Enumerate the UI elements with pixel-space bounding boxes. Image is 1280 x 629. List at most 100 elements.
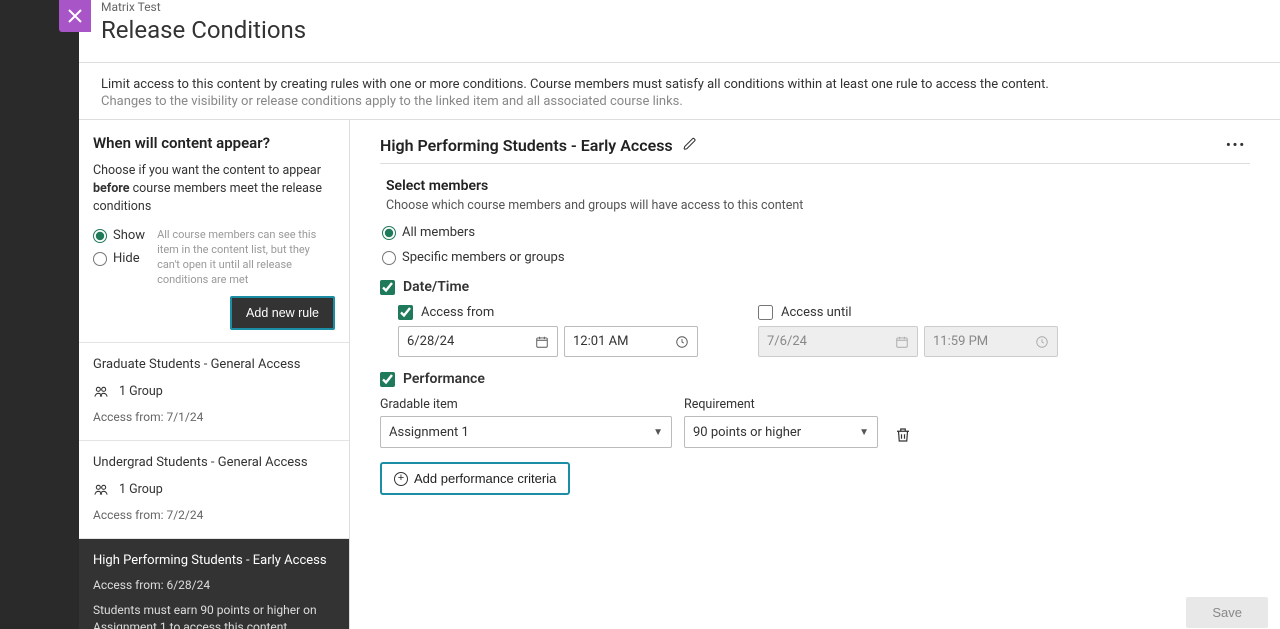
add-performance-criteria-button[interactable]: + Add performance criteria (380, 462, 570, 495)
access-until-inputs: 7/6/24 11:59 PM (758, 326, 1058, 357)
rule-group-count: 1 Group (119, 384, 163, 399)
specific-members-label: Specific members or groups (402, 250, 565, 265)
add-perf-label: Add performance criteria (414, 471, 556, 486)
access-until-time-value: 11:59 PM (933, 334, 988, 349)
save-button[interactable]: Save (1186, 597, 1268, 628)
rule-meta: 1 Group (93, 482, 335, 498)
group-icon (93, 482, 109, 498)
rule-more-menu-button[interactable]: ••• (1222, 138, 1250, 153)
access-until-checkbox[interactable] (758, 305, 773, 320)
rule-access-from: Access from: 6/28/24 (93, 578, 335, 592)
datetime-row: Access from 6/28/24 12:01 AM (398, 305, 1250, 357)
visibility-hint: All course members can see this item in … (157, 228, 335, 287)
access-until-date-value: 7/6/24 (767, 334, 807, 349)
rule-item-graduate[interactable]: Graduate Students - General Access 1 Gro… (79, 342, 349, 440)
performance-section: Performance Gradable item Assignment 1 ▼… (380, 371, 1250, 495)
rule-description: Students must earn 90 points or higher o… (93, 602, 335, 629)
access-until-label: Access until (781, 305, 852, 320)
visibility-hide-option[interactable]: Hide (93, 251, 145, 266)
nav-placeholder-icon (31, 14, 49, 32)
access-until-date-input: 7/6/24 (758, 326, 918, 357)
gradable-value: Assignment 1 (389, 425, 469, 440)
visibility-hide-label: Hide (113, 251, 140, 266)
select-members-heading: Select members (386, 178, 1250, 194)
access-from-col: Access from 6/28/24 12:01 AM (398, 305, 698, 357)
visibility-hide-radio[interactable] (93, 252, 107, 266)
rule-item-high-performing[interactable]: High Performing Students - Early Access … (79, 538, 349, 629)
edit-rule-title-button[interactable] (683, 137, 697, 155)
sidebar-heading: When will content appear? (93, 134, 335, 152)
visibility-show-option[interactable]: Show (93, 228, 145, 243)
requirement-col: Requirement 90 points or higher ▼ (684, 397, 878, 448)
close-icon (68, 9, 82, 23)
rule-name: Graduate Students - General Access (93, 357, 335, 372)
add-rule-wrap: Add new rule (93, 296, 335, 330)
intro-main: Limit access to this content by creating… (101, 77, 1258, 92)
page-title: Release Conditions (101, 16, 1258, 44)
rules-sidebar: When will content appear? Choose if you … (79, 120, 350, 629)
rule-detail-main: High Performing Students - Early Access … (350, 120, 1280, 629)
gradable-label: Gradable item (380, 397, 672, 412)
datetime-label: Date/Time (403, 279, 469, 295)
visibility-radio-row: Show Hide All course members can see thi… (93, 228, 335, 287)
access-from-date-input[interactable]: 6/28/24 (398, 326, 558, 357)
rule-name: Undergrad Students - General Access (93, 455, 335, 470)
visibility-radio-col: Show Hide (93, 228, 145, 266)
select-members-section: Select members Choose which course membe… (380, 178, 1250, 265)
breadcrumb: Matrix Test (101, 0, 1258, 14)
rule-head: High Performing Students - Early Access … (380, 136, 1250, 164)
access-until-col: Access until 7/6/24 11:59 PM (758, 305, 1058, 357)
delete-criteria-button[interactable] (890, 422, 916, 448)
requirement-label: Requirement (684, 397, 878, 412)
datetime-section: Date/Time Access from 6/28/24 (380, 279, 1250, 357)
close-button[interactable] (59, 0, 91, 32)
sidebar-choose-text: Choose if you want the content to appear… (93, 162, 335, 216)
plus-circle-icon: + (394, 472, 408, 486)
performance-label: Performance (403, 371, 485, 387)
choose-bold: before (93, 181, 130, 196)
access-from-label: Access from (421, 305, 494, 320)
obscured-backdrop (0, 0, 79, 629)
rule-item-undergrad[interactable]: Undergrad Students - General Access 1 Gr… (79, 440, 349, 538)
gradable-col: Gradable item Assignment 1 ▼ (380, 397, 672, 448)
access-from-time-input[interactable]: 12:01 AM (564, 326, 698, 357)
specific-members-option[interactable]: Specific members or groups (382, 250, 1250, 265)
choose-prefix: Choose if you want the content to appear (93, 163, 321, 178)
requirement-value: 90 points or higher (693, 425, 801, 440)
all-members-radio[interactable] (382, 226, 396, 240)
rule-group-count: 1 Group (119, 482, 163, 497)
calendar-icon[interactable] (535, 335, 549, 349)
panel-header: Matrix Test Release Conditions (79, 0, 1280, 52)
performance-checkbox[interactable] (380, 372, 395, 387)
chevron-down-icon: ▼ (653, 427, 663, 438)
add-new-rule-button[interactable]: Add new rule (230, 296, 335, 330)
all-members-label: All members (402, 225, 475, 240)
rule-title: High Performing Students - Early Access (380, 136, 673, 155)
calendar-icon (895, 335, 909, 349)
access-until-time-input: 11:59 PM (924, 326, 1058, 357)
datetime-check-row: Date/Time (380, 279, 1250, 295)
gradable-item-select[interactable]: Assignment 1 ▼ (380, 416, 672, 448)
rule-meta: 1 Group (93, 384, 335, 400)
access-from-time-value: 12:01 AM (573, 334, 628, 349)
chevron-down-icon: ▼ (859, 427, 869, 438)
group-icon (93, 384, 109, 400)
specific-members-radio[interactable] (382, 251, 396, 265)
access-from-checkbox[interactable] (398, 305, 413, 320)
body-area: When will content appear? Choose if you … (79, 119, 1280, 629)
performance-row: Gradable item Assignment 1 ▼ Requirement… (380, 397, 1250, 448)
datetime-checkbox[interactable] (380, 280, 395, 295)
panel-footer: Save (1186, 595, 1280, 629)
release-conditions-panel: Matrix Test Release Conditions Limit acc… (79, 0, 1280, 629)
clock-icon (1035, 335, 1049, 349)
rule-access-from: Access from: 7/2/24 (93, 508, 335, 522)
rule-name: High Performing Students - Early Access (93, 553, 335, 568)
rule-access-from: Access from: 7/1/24 (93, 410, 335, 424)
clock-icon[interactable] (675, 335, 689, 349)
performance-sub: Gradable item Assignment 1 ▼ Requirement… (380, 397, 1250, 495)
select-members-desc: Choose which course members and groups w… (386, 198, 1250, 213)
visibility-show-radio[interactable] (93, 229, 107, 243)
intro-sub: Changes to the visibility or release con… (101, 94, 1258, 109)
all-members-option[interactable]: All members (382, 225, 1250, 240)
requirement-select[interactable]: 90 points or higher ▼ (684, 416, 878, 448)
